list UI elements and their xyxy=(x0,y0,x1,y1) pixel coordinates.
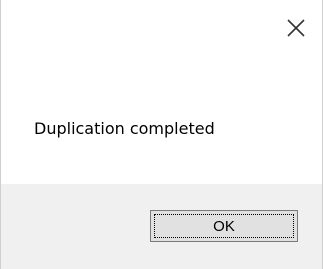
close-button[interactable] xyxy=(284,16,308,40)
focus-rectangle: OK xyxy=(154,214,294,238)
close-icon xyxy=(287,19,305,37)
ok-button[interactable]: OK xyxy=(150,210,298,242)
ok-button-label: OK xyxy=(213,217,235,235)
dialog-message: Duplication completed xyxy=(34,119,215,138)
message-dialog: Duplication completed OK xyxy=(0,0,323,269)
dialog-footer: OK xyxy=(1,184,322,269)
